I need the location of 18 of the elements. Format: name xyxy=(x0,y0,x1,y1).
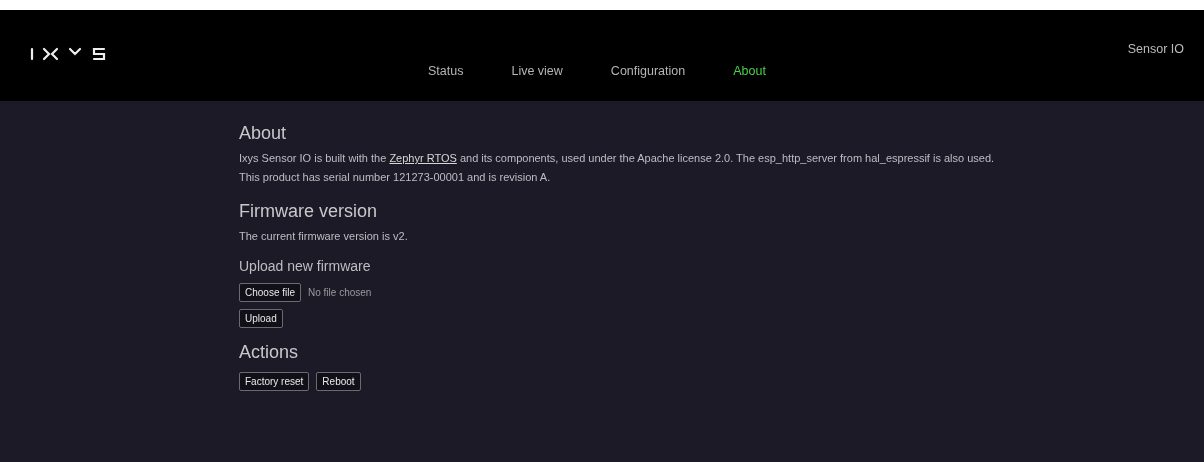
nav-tab[interactable]: Configuration xyxy=(610,64,686,78)
section-title: Firmware version xyxy=(239,201,379,222)
nav-tab[interactable]: Status xyxy=(428,64,464,78)
action-button[interactable]: Factory reset xyxy=(239,372,310,391)
upload-button[interactable]: Upload xyxy=(239,309,283,328)
section-title: About xyxy=(239,123,288,144)
action-button[interactable]: Reboot xyxy=(316,372,361,391)
file-status: No file chosen xyxy=(308,287,372,298)
nav-tab[interactable]: Live view xyxy=(511,64,563,78)
zephyr-link[interactable]: Zephyr RTOS xyxy=(389,152,457,164)
device-name: Sensor IO xyxy=(1127,42,1184,56)
subsection-title: Upload new firmware xyxy=(239,258,372,274)
nav-tab[interactable]: About xyxy=(733,64,766,78)
firmware-text: The current firmware version is v2. xyxy=(239,229,409,244)
choose-file-button[interactable]: Choose file xyxy=(239,283,302,302)
serial-text: This product has serial number 121273-00001 and is revision A. xyxy=(239,170,552,185)
section-title: Actions xyxy=(239,342,300,363)
about-text: Ixys Sensor IO is built with the Zephyr RTOS and its components, used under the Apache license 2.0. The esp_http_server from hal_espressif is also used. xyxy=(239,151,996,166)
